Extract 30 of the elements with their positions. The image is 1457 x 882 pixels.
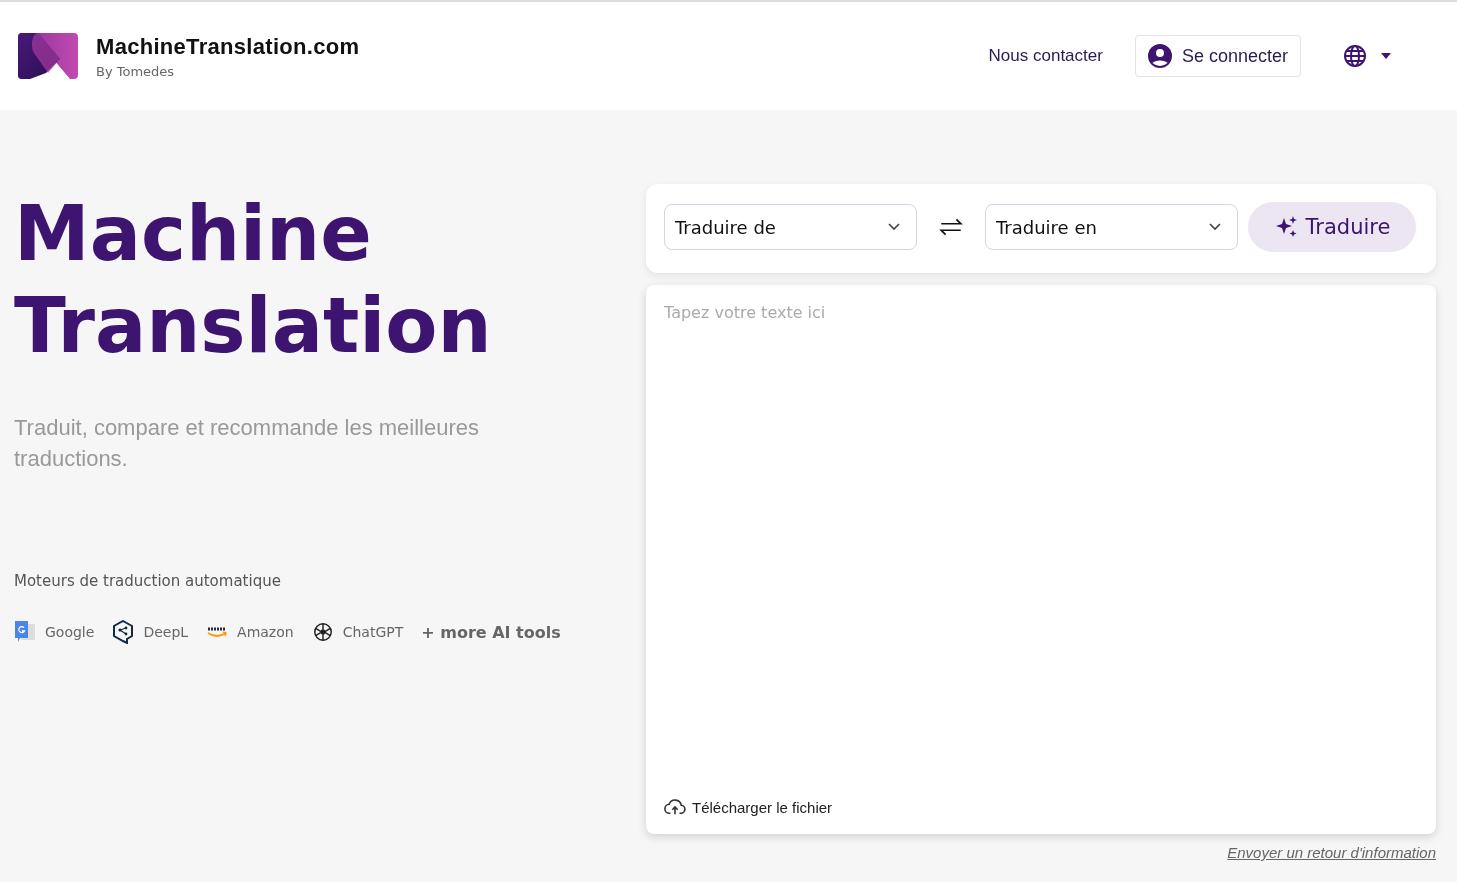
engine-name: DeepL <box>143 624 189 640</box>
brand-name[interactable]: MachineTranslation.com <box>96 33 360 60</box>
chevron-icon <box>888 223 900 231</box>
caret-icon <box>1381 53 1391 59</box>
swap-arrows-icon <box>938 216 964 238</box>
cloud-upload-icon <box>664 798 686 816</box>
engine-name: Google <box>45 624 95 640</box>
upload-button[interactable]: Télécharger le fichier <box>664 798 833 816</box>
hero-title: Machine <box>14 188 372 280</box>
translate-button[interactable]: Traduire <box>1248 202 1416 252</box>
target-language-select[interactable]: Traduire en <box>985 204 1238 250</box>
translate-icon <box>14 620 36 644</box>
login-button[interactable]: Se connecter <box>1134 35 1301 77</box>
contact-link[interactable]: Nous contacter <box>988 46 1103 66</box>
feedback-link[interactable]: Envoyer un retour d'information <box>1227 844 1436 861</box>
engine-name: Amazon <box>237 624 294 640</box>
source-language-select[interactable]: Traduire de <box>664 204 917 250</box>
hero-subtitle: Traduit, compare et recommande les meilleures traductions. <box>14 414 481 473</box>
logo-icon[interactable] <box>18 33 78 79</box>
smile-arrow-icon <box>206 626 229 638</box>
engine-name: ChatGPT <box>342 624 404 640</box>
brand-byline: By Tomedes <box>96 63 176 79</box>
hero-title: Translation <box>14 280 492 372</box>
source-text-field[interactable]: Tapez votre texte ici Télécharger le fichier <box>646 285 1436 834</box>
engines-heading: Moteurs de traduction automatique <box>14 572 282 590</box>
chevron-icon <box>1209 223 1221 231</box>
globe-icon <box>1343 44 1367 68</box>
more-tools-link[interactable]: + more AI tools <box>421 622 561 642</box>
speech-bubble-icon <box>112 620 135 644</box>
user-icon <box>1147 44 1172 68</box>
